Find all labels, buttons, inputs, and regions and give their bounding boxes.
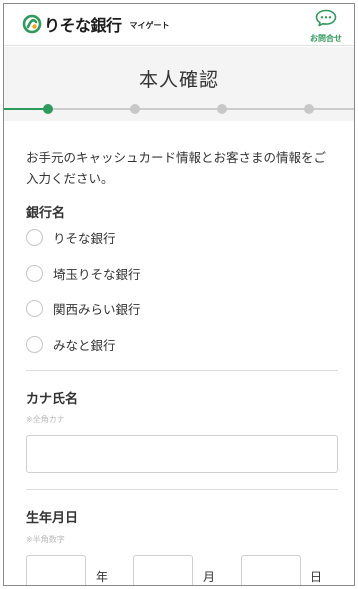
bank-option-minato[interactable]: みなと銀行	[26, 335, 116, 354]
day-unit: 日	[310, 570, 323, 584]
birthdate-label: 生年月日	[26, 511, 79, 526]
intro-text: お手元のキャッシュカード情報とお客さまの情報をご入力ください。	[26, 150, 327, 186]
birthdate-hint: ※半角数字	[26, 535, 65, 544]
app-frame: りそな銀行 マイゲート お問合せ 本人確認 お手元のキャッシュカード情報とお客さ…	[3, 3, 355, 586]
birth-day-input[interactable]	[241, 555, 301, 585]
radio-button[interactable]	[26, 336, 43, 353]
radio-button[interactable]	[26, 265, 43, 282]
logo-subtitle: マイゲート	[129, 21, 170, 30]
step-2-dot	[130, 104, 140, 114]
bank-option-saitama-resona[interactable]: 埼玉りそな銀行	[26, 264, 141, 283]
resona-logo-icon	[22, 14, 42, 34]
logo[interactable]: りそな銀行 マイゲート	[22, 12, 170, 36]
bank-option-label: りそな銀行	[53, 231, 116, 246]
title-bar: 本人確認	[4, 47, 354, 97]
radio-button[interactable]	[26, 229, 43, 246]
logo-text: りそな銀行	[44, 16, 122, 35]
step-4-dot	[304, 104, 314, 114]
bank-option-label: 埼玉りそな銀行	[53, 267, 141, 282]
step-3-dot	[217, 104, 227, 114]
bank-option-label: みなと銀行	[53, 338, 116, 353]
section-divider	[26, 370, 338, 371]
bank-name-label: 銀行名	[26, 206, 66, 221]
form-content: お手元のキャッシュカード情報とお客さまの情報をご入力ください。 銀行名 りそな銀…	[4, 122, 354, 585]
page-title: 本人確認	[138, 69, 219, 91]
birth-year-input[interactable]	[26, 555, 86, 585]
radio-button[interactable]	[26, 300, 43, 317]
kana-name-label: カナ氏名	[26, 392, 79, 407]
kana-name-input[interactable]	[26, 435, 338, 473]
header: りそな銀行 マイゲート お問合せ	[4, 4, 354, 46]
kana-hint: ※全角カナ	[26, 415, 65, 424]
stepper-progress	[4, 108, 48, 110]
inquiry-label: お問合せ	[310, 34, 342, 43]
bank-option-label: 関西みらい銀行	[53, 302, 141, 317]
bank-option-resona[interactable]: りそな銀行	[26, 228, 116, 247]
birth-month-input[interactable]	[133, 555, 193, 585]
chat-bubble-icon	[315, 9, 337, 31]
section-divider	[26, 489, 338, 490]
progress-stepper	[4, 97, 354, 121]
step-1-dot	[43, 104, 53, 114]
month-unit: 月	[203, 570, 216, 584]
year-unit: 年	[96, 570, 109, 584]
bank-option-kansai-mirai[interactable]: 関西みらい銀行	[26, 299, 141, 318]
inquiry-button[interactable]: お問合せ	[304, 9, 348, 43]
